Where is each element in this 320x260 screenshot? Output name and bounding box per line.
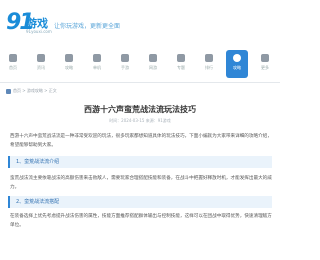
- nav-label: 手游: [121, 65, 129, 70]
- nav-icon-active: [233, 54, 241, 62]
- nav-item-9[interactable]: 更多: [254, 50, 276, 78]
- nav-item-8-active[interactable]: 攻略: [226, 50, 248, 78]
- nav-label: 攻略: [65, 65, 73, 70]
- nav-label: 单机: [93, 65, 101, 70]
- nav-icon: [149, 54, 157, 62]
- nav-label: 更多: [261, 65, 269, 70]
- nav-label: 专题: [177, 65, 185, 70]
- nav-item-6[interactable]: 专题: [170, 50, 192, 78]
- nav-item-0[interactable]: 首页: [2, 50, 24, 78]
- section-heading-2: 2、蛮荒战法流搭配: [8, 196, 272, 208]
- nav-label: 资讯: [37, 65, 45, 70]
- article-body-2: 在装备选择上优先考虑提升战法伤害的属性，技能方面推荐搭配群体输出与控制技能，这样…: [10, 214, 272, 228]
- nav-icon: [9, 54, 17, 62]
- nav-label: 网游: [149, 65, 157, 70]
- nav-item-7[interactable]: 排行: [198, 50, 220, 78]
- breadcrumb-text[interactable]: 首页 > 游戏攻略 > 正文: [13, 88, 57, 93]
- nav-item-1[interactable]: 资讯: [30, 50, 52, 78]
- nav-icon: [177, 54, 185, 62]
- nav-icon: [261, 54, 269, 62]
- nav-icon: [205, 54, 213, 62]
- article-title: 西游十六声蛮荒战法流玩法技巧: [84, 105, 196, 114]
- nav-item-4[interactable]: 手游: [114, 50, 136, 78]
- nav-icon: [93, 54, 101, 62]
- article-meta: 时间：2024-03-15 来源：91游戏: [109, 118, 171, 123]
- nav-label: 排行: [205, 65, 213, 70]
- nav-icon: [121, 54, 129, 62]
- breadcrumb: 首页 > 游戏攻略 > 正文: [6, 88, 57, 94]
- site-logo[interactable]: 91 游戏 91youxi.com: [6, 10, 52, 38]
- site-slogan: 让你玩游戏，更新更全面: [54, 23, 121, 30]
- article-intro: 西游十六声中蛮荒战法流是一种非常受欢迎的玩法，很多玩家都想知道具体的玩法技巧，下…: [10, 134, 272, 148]
- nav-icon: [37, 54, 45, 62]
- article-body-1: 蛮荒战法流主要依靠战法的高额伤害来击败敌人，需要玩家合理搭配技能和装备，在战斗中…: [10, 176, 272, 190]
- section-heading-1: 1、蛮荒战法流介绍: [8, 156, 272, 168]
- nav-item-5[interactable]: 网游: [142, 50, 164, 78]
- main-nav: 首页 资讯 攻略 单机 手游 网游 专题 排行 攻略 更多: [0, 50, 280, 78]
- nav-divider: [0, 82, 280, 83]
- nav-label: 首页: [9, 65, 17, 70]
- nav-item-3[interactable]: 单机: [86, 50, 108, 78]
- nav-label: 攻略: [233, 65, 241, 70]
- site-header: 91 游戏 91youxi.com 让你玩游戏，更新更全面: [0, 0, 280, 42]
- nav-icon: [65, 54, 73, 62]
- logo-subtitle: 91youxi.com: [26, 29, 52, 34]
- nav-item-2[interactable]: 攻略: [58, 50, 80, 78]
- home-icon[interactable]: [6, 88, 11, 94]
